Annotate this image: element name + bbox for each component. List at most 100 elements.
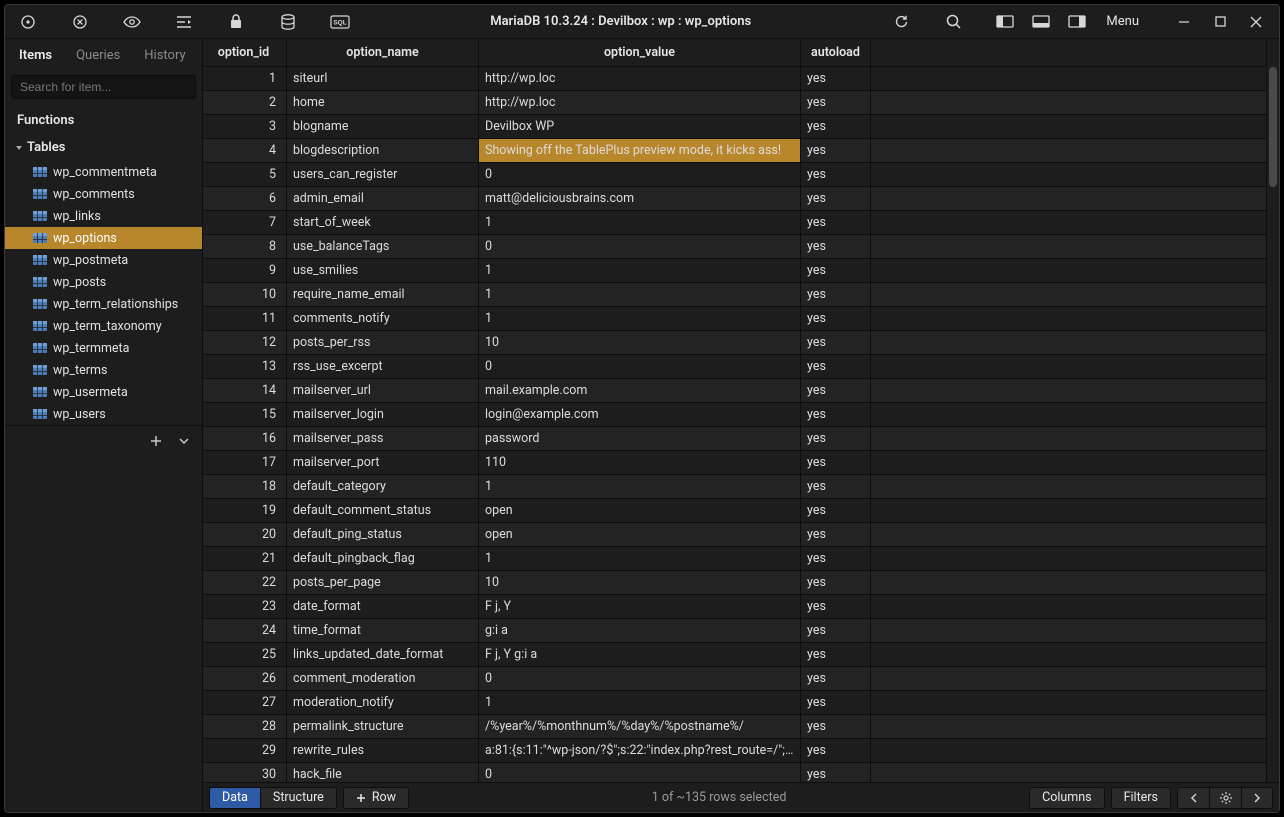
cell-name[interactable]: mailserver_url (287, 379, 479, 403)
cell-name[interactable]: default_comment_status (287, 499, 479, 523)
cell-value[interactable]: open (479, 499, 801, 523)
cell-value[interactable]: 0 (479, 667, 801, 691)
table-row[interactable]: 10require_name_email1yes (203, 283, 1267, 307)
cell-name[interactable]: posts_per_page (287, 571, 479, 595)
table-row[interactable]: 15mailserver_loginlogin@example.comyes (203, 403, 1267, 427)
columns-button[interactable]: Columns (1029, 787, 1105, 809)
cell-value[interactable]: mail.example.com (479, 379, 801, 403)
sidebar-table-wp_links[interactable]: wp_links (5, 205, 202, 227)
cell-autoload[interactable]: yes (801, 643, 871, 667)
cell-id[interactable]: 3 (203, 115, 287, 139)
cell-id[interactable]: 9 (203, 259, 287, 283)
vertical-scrollbar[interactable] (1269, 67, 1277, 187)
cell-value[interactable]: 1 (479, 307, 801, 331)
table-row[interactable]: 25links_updated_date_formatF j, Y g:i ay… (203, 643, 1267, 667)
cell-id[interactable]: 18 (203, 475, 287, 499)
cell-autoload[interactable]: yes (801, 211, 871, 235)
cell-name[interactable]: admin_email (287, 187, 479, 211)
cell-autoload[interactable]: yes (801, 283, 871, 307)
cell-id[interactable]: 21 (203, 547, 287, 571)
cell-id[interactable]: 2 (203, 91, 287, 115)
cell-autoload[interactable]: yes (801, 547, 871, 571)
close-tab-icon[interactable] (63, 7, 97, 37)
section-functions[interactable]: Functions (5, 107, 202, 134)
cell-name[interactable]: mailserver_pass (287, 427, 479, 451)
minimize-icon[interactable] (1167, 7, 1201, 37)
data-grid[interactable]: option_id option_name option_value autol… (203, 39, 1279, 782)
add-icon[interactable] (144, 430, 168, 452)
cell-name[interactable]: start_of_week (287, 211, 479, 235)
cell-value[interactable]: 1 (479, 259, 801, 283)
sidebar-table-wp_term_relationships[interactable]: wp_term_relationships (5, 293, 202, 315)
cell-autoload[interactable]: yes (801, 163, 871, 187)
table-row[interactable]: 5users_can_register0yes (203, 163, 1267, 187)
cell-id[interactable]: 10 (203, 283, 287, 307)
table-row[interactable]: 13rss_use_excerpt0yes (203, 355, 1267, 379)
cell-name[interactable]: siteurl (287, 67, 479, 91)
cell-autoload[interactable]: yes (801, 571, 871, 595)
cell-id[interactable]: 29 (203, 739, 287, 763)
col-header-name[interactable]: option_name (287, 39, 479, 67)
panel-bottom-icon[interactable] (1024, 7, 1058, 37)
table-row[interactable]: 8use_balanceTags0yes (203, 235, 1267, 259)
cell-autoload[interactable]: yes (801, 331, 871, 355)
cell-id[interactable]: 27 (203, 691, 287, 715)
panel-right-icon[interactable] (1060, 7, 1094, 37)
table-row[interactable]: 19default_comment_statusopenyes (203, 499, 1267, 523)
gear-icon[interactable] (1209, 787, 1241, 809)
sidebar-table-wp_commentmeta[interactable]: wp_commentmeta (5, 161, 202, 183)
col-header-value[interactable]: option_value (479, 39, 801, 67)
sidebar-table-wp_terms[interactable]: wp_terms (5, 359, 202, 381)
cell-value[interactable]: 110 (479, 451, 801, 475)
cell-autoload[interactable]: yes (801, 739, 871, 763)
cell-autoload[interactable]: yes (801, 67, 871, 91)
cell-id[interactable]: 8 (203, 235, 287, 259)
database-icon[interactable] (271, 7, 305, 37)
cell-value[interactable]: 10 (479, 331, 801, 355)
cell-name[interactable]: comments_notify (287, 307, 479, 331)
cell-autoload[interactable]: yes (801, 691, 871, 715)
cell-value[interactable]: 1 (479, 547, 801, 571)
cell-value[interactable]: 10 (479, 571, 801, 595)
table-row[interactable]: 4blogdescriptionShowing off the TablePlu… (203, 139, 1267, 163)
table-row[interactable]: 11comments_notify1yes (203, 307, 1267, 331)
cell-autoload[interactable]: yes (801, 667, 871, 691)
cell-autoload[interactable]: yes (801, 235, 871, 259)
cell-id[interactable]: 26 (203, 667, 287, 691)
cell-name[interactable]: default_pingback_flag (287, 547, 479, 571)
cell-value[interactable]: http://wp.loc (479, 91, 801, 115)
cell-autoload[interactable]: yes (801, 115, 871, 139)
sidebar-search-input[interactable] (11, 75, 196, 99)
table-row[interactable]: 30hack_file0yes (203, 763, 1267, 782)
cell-autoload[interactable]: yes (801, 763, 871, 782)
cell-id[interactable]: 4 (203, 139, 287, 163)
cell-id[interactable]: 16 (203, 427, 287, 451)
sidebar-tab-history[interactable]: History (134, 42, 195, 69)
cell-name[interactable]: blogdescription (287, 139, 479, 163)
page-next-icon[interactable] (1241, 787, 1273, 809)
cell-autoload[interactable]: yes (801, 427, 871, 451)
cell-id[interactable]: 5 (203, 163, 287, 187)
cell-name[interactable]: mailserver_port (287, 451, 479, 475)
cell-value[interactable]: password (479, 427, 801, 451)
table-row[interactable]: 27moderation_notify1yes (203, 691, 1267, 715)
cell-name[interactable]: home (287, 91, 479, 115)
sidebar-tab-items[interactable]: Items (9, 42, 62, 69)
cell-name[interactable]: moderation_notify (287, 691, 479, 715)
cell-autoload[interactable]: yes (801, 403, 871, 427)
cell-id[interactable]: 20 (203, 523, 287, 547)
preview-icon[interactable] (115, 7, 149, 37)
cell-autoload[interactable]: yes (801, 475, 871, 499)
cell-name[interactable]: permalink_structure (287, 715, 479, 739)
cell-name[interactable]: rss_use_excerpt (287, 355, 479, 379)
table-row[interactable]: 9use_smilies1yes (203, 259, 1267, 283)
table-row[interactable]: 12posts_per_rss10yes (203, 331, 1267, 355)
cell-name[interactable]: rewrite_rules (287, 739, 479, 763)
cell-autoload[interactable]: yes (801, 91, 871, 115)
cell-id[interactable]: 12 (203, 331, 287, 355)
cell-autoload[interactable]: yes (801, 187, 871, 211)
chevron-down-icon[interactable] (172, 430, 196, 452)
cell-id[interactable]: 25 (203, 643, 287, 667)
cell-value[interactable]: login@example.com (479, 403, 801, 427)
cell-id[interactable]: 14 (203, 379, 287, 403)
